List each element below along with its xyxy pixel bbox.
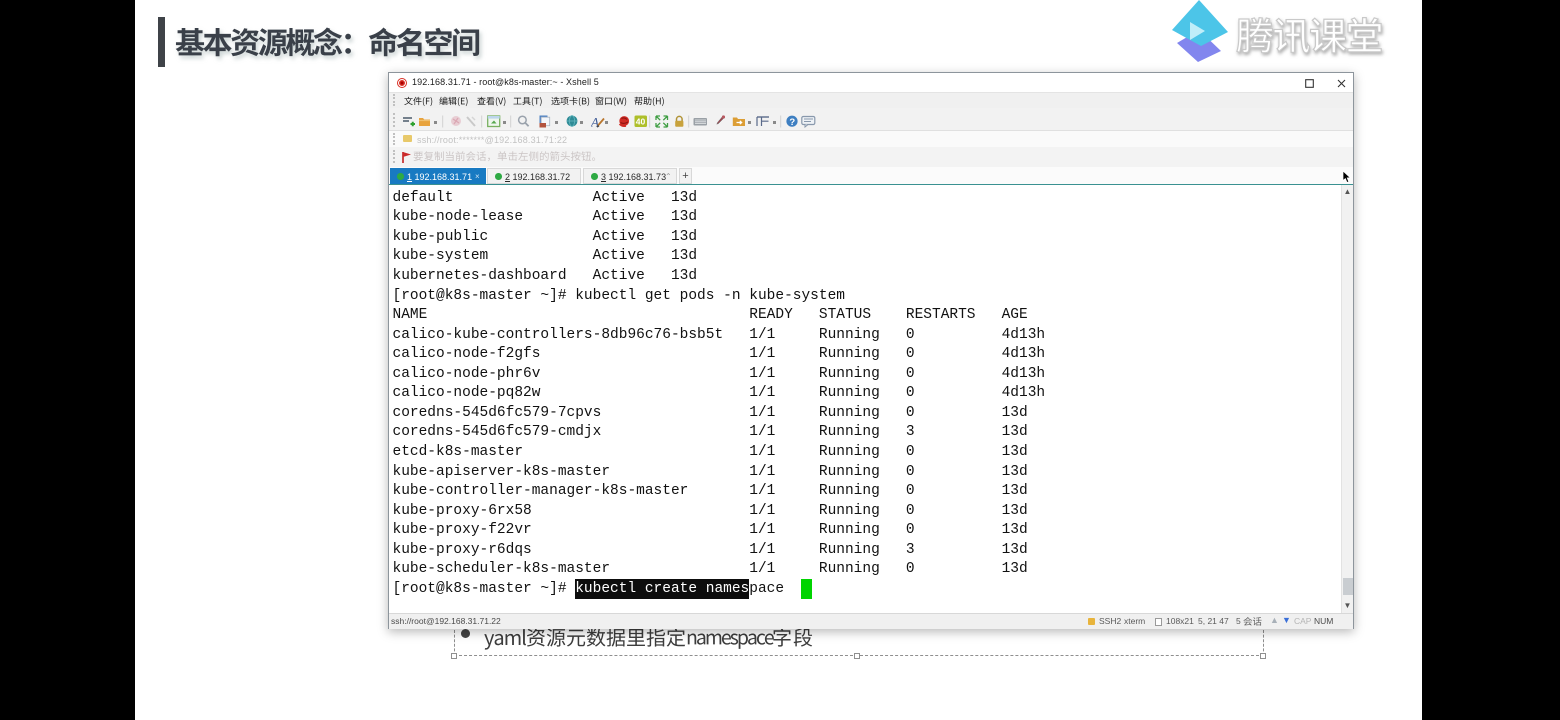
svg-text:40: 40 <box>635 116 645 126</box>
svg-text:?: ? <box>789 116 795 127</box>
